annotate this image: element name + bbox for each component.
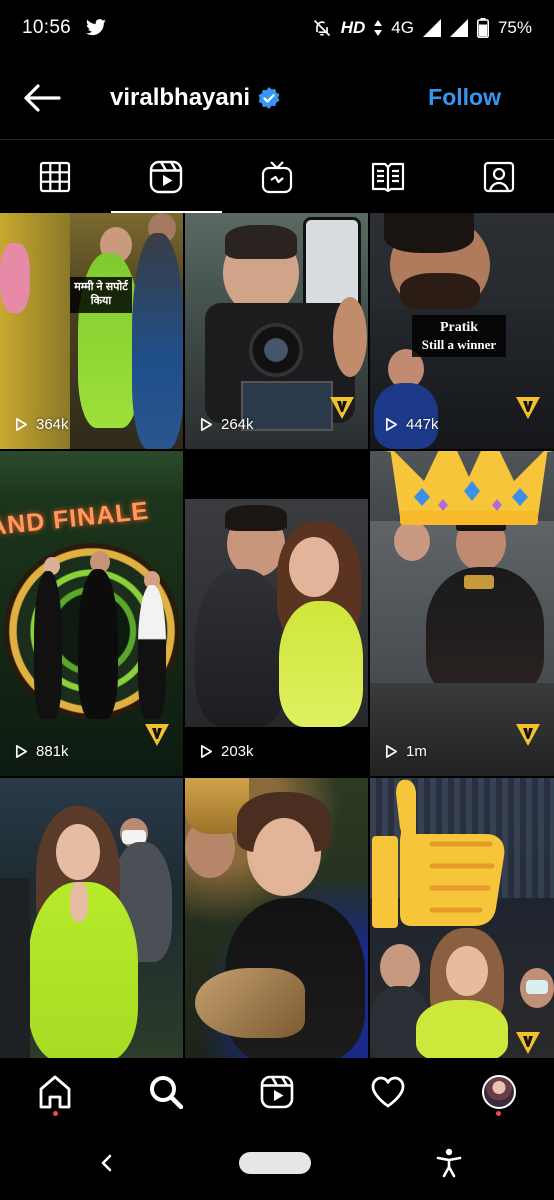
reel-thumbnail[interactable] [185, 778, 368, 1058]
battery-percent: 75% [497, 18, 532, 37]
tab-guides[interactable] [332, 141, 443, 213]
nav-home[interactable] [0, 1058, 111, 1126]
guides-icon [371, 162, 404, 192]
play-icon [15, 418, 28, 431]
network-type-label: 4G [391, 18, 414, 37]
view-count-label: 447k [406, 416, 439, 433]
view-count-label: 1m [406, 743, 427, 760]
username: viralbhayani [110, 84, 251, 111]
play-icon [385, 418, 398, 431]
watermark-logo [330, 397, 354, 419]
verified-badge-icon [258, 87, 280, 109]
play-icon [15, 745, 28, 758]
view-count-label: 203k [221, 743, 254, 760]
watermark-logo [145, 724, 169, 746]
system-navigation [0, 1126, 554, 1200]
status-bar: 10:56 HD 4G 75% [0, 0, 554, 56]
reel-thumbnail[interactable]: 203k [185, 451, 368, 776]
reel-thumbnail[interactable]: मम्मी ने सपोर्ट किया 364k [0, 213, 183, 449]
reel-caption-line: Pratik [439, 320, 479, 335]
status-time: 10:56 [22, 17, 72, 38]
reel-thumbnail[interactable]: AND FINALE 881k [0, 451, 183, 776]
nav-profile[interactable] [443, 1058, 554, 1126]
watermark-logo [516, 1032, 540, 1054]
reel-view-count: 364k [14, 416, 69, 433]
username-row: viralbhayani [110, 84, 280, 112]
igtv-icon [261, 161, 293, 194]
grid-icon [40, 161, 71, 193]
reels-icon [260, 1075, 294, 1109]
reels-grid: मम्मी ने सपोर्ट किया 364k 264k Pratik St… [0, 213, 554, 1058]
network-hd-label: HD [340, 18, 366, 37]
nav-activity[interactable] [332, 1058, 443, 1126]
notification-dot [52, 1111, 58, 1116]
reel-view-count: 264k [199, 416, 254, 433]
view-count-label: 264k [221, 416, 254, 433]
play-icon [385, 745, 398, 758]
reel-thumbnail[interactable]: Pratik Still a winner 447k [370, 213, 554, 449]
data-arrows-icon [374, 20, 383, 36]
reels-tab-icon [149, 160, 183, 194]
reel-banner-text: AND FINALE [0, 496, 151, 542]
watermark-logo [516, 724, 540, 746]
battery-icon [476, 18, 489, 38]
profile-tabs [0, 141, 554, 213]
reel-view-count: 881k [14, 743, 69, 760]
view-count-label: 881k [36, 743, 69, 760]
reel-caption: Pratik Still a winner [412, 315, 506, 357]
tab-igtv[interactable] [222, 141, 333, 213]
reel-view-count: 1m [384, 743, 427, 760]
reel-thumbnail[interactable]: 264k [185, 213, 368, 449]
signal-icon-2 [449, 19, 468, 37]
back-arrow-icon [24, 84, 61, 112]
crown-emoji-icon [386, 451, 552, 525]
reel-thumbnail[interactable] [370, 778, 554, 1058]
tagged-icon [483, 161, 514, 193]
tab-tagged[interactable] [443, 141, 554, 213]
bottom-nav [0, 1058, 554, 1126]
heart-icon [371, 1076, 405, 1108]
search-icon [150, 1076, 184, 1109]
profile-avatar [481, 1075, 516, 1109]
follow-button[interactable]: Follow [428, 84, 501, 111]
reel-thumbnail[interactable]: 1m [370, 451, 554, 776]
nav-reels[interactable] [222, 1058, 333, 1126]
watermark-logo [516, 397, 540, 419]
mute-bell-icon [313, 19, 330, 37]
play-icon [200, 418, 213, 431]
signal-icon [422, 19, 441, 37]
notification-dot [496, 1111, 502, 1116]
reel-thumbnail[interactable] [0, 778, 183, 1058]
system-home-pill[interactable] [239, 1152, 311, 1174]
nav-search[interactable] [111, 1058, 222, 1126]
reel-view-count: 447k [384, 416, 439, 433]
home-icon [39, 1075, 71, 1109]
play-icon [200, 745, 213, 758]
thumbs-up-emoji-icon [372, 779, 505, 928]
reel-caption: मम्मी ने सपोर्ट किया [70, 277, 132, 313]
tab-posts[interactable] [0, 141, 111, 213]
system-back-icon[interactable] [98, 1153, 114, 1173]
view-count-label: 364k [36, 416, 69, 433]
tab-reels[interactable] [110, 141, 222, 213]
back-button[interactable] [22, 82, 62, 114]
reel-caption-line: Still a winner [421, 336, 497, 352]
reel-view-count: 203k [199, 743, 254, 760]
accessibility-icon[interactable] [436, 1148, 462, 1178]
twitter-icon [86, 19, 106, 36]
profile-header: viralbhayani Follow [0, 56, 554, 140]
